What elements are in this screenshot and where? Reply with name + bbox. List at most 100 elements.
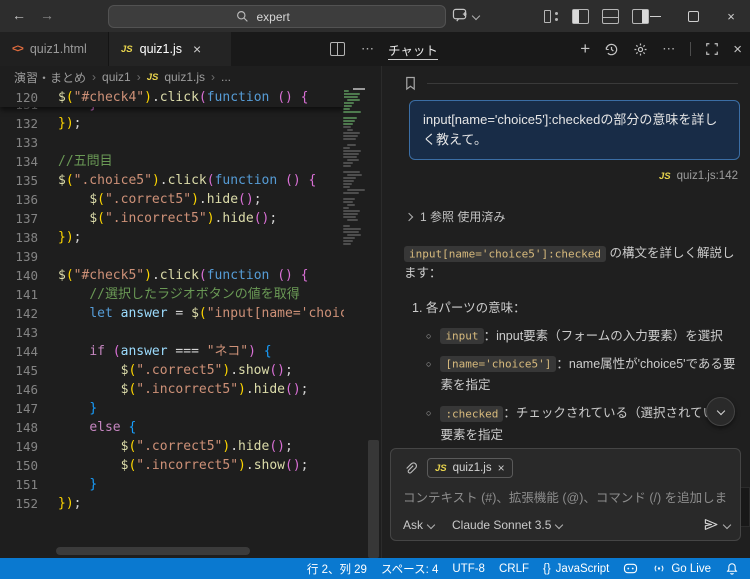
used-references-toggle[interactable]: 1 参照 使用済み	[406, 208, 750, 225]
split-editor-icon[interactable]	[330, 42, 345, 56]
code-line: 150 $(".incorrect5").show();	[0, 456, 344, 475]
history-icon[interactable]	[604, 42, 619, 57]
tab-bar: <> quiz1.html JS quiz1.js × ⋯ チャット + ⋯ ×	[0, 32, 750, 66]
toggle-panel-icon[interactable]	[602, 9, 619, 24]
html-file-icon: <>	[12, 43, 23, 55]
language-mode[interactable]: {} JavaScript	[536, 558, 616, 579]
reference-label: quiz1.js:142	[677, 170, 738, 182]
code-line: 134//五問目	[0, 152, 344, 171]
gear-icon[interactable]	[633, 42, 648, 57]
code-line: 132});	[0, 114, 344, 133]
breadcrumb-item[interactable]: 演習・まとめ	[14, 69, 86, 86]
list-item: 1. 各パーツの意味：○input：input要素（フォームの入力要素）を選択○…	[412, 299, 740, 446]
chat-tab-label: チャット	[388, 40, 438, 59]
chat-input-placeholder[interactable]: コンテキスト (#)、拡張機能 (@)、コマンド (/) を追加しま	[403, 487, 728, 506]
restore-button[interactable]	[674, 0, 712, 32]
code-line: 147 }	[0, 399, 344, 418]
tab-label: quiz1.js	[140, 42, 182, 56]
indentation[interactable]: スペース: 4	[374, 558, 445, 579]
tab-quiz1-js[interactable]: JS quiz1.js ×	[109, 32, 231, 66]
bell-icon	[725, 562, 739, 576]
code-line: 142 let answer = $("input[name='choice5'	[0, 304, 344, 323]
context-file-label: quiz1.js	[453, 462, 492, 474]
code-line: 137 $(".incorrect5").hide();	[0, 209, 344, 228]
status-bar: 行 2、列 29 スペース: 4 UTF-8 CRLF {} JavaScrip…	[0, 558, 750, 579]
close-tab-icon[interactable]: ×	[193, 41, 201, 57]
title-bar: ← → ×	[0, 0, 750, 32]
context-pill[interactable]: JS quiz1.js ×	[427, 458, 513, 478]
chevron-down-icon	[555, 520, 563, 528]
copilot-status[interactable]	[616, 558, 645, 579]
model-dropdown[interactable]: Claude Sonnet 3.5	[452, 518, 562, 532]
tab-label: quiz1.html	[30, 42, 87, 56]
eol-sequence[interactable]: CRLF	[492, 558, 536, 579]
code-line: 138});	[0, 228, 344, 247]
code-line: 151 }	[0, 475, 344, 494]
chevron-right-icon	[405, 213, 413, 221]
close-window-button[interactable]: ×	[712, 0, 750, 32]
code-line: 143	[0, 323, 344, 342]
chat-panel: input[name='choice5']:checkedの部分の意味を詳しく教…	[381, 66, 750, 558]
customize-layout-icon[interactable]	[544, 10, 559, 23]
scroll-to-bottom-button[interactable]	[706, 397, 735, 426]
back-icon[interactable]: ←	[12, 7, 26, 23]
chat-input-box[interactable]: JS quiz1.js × コンテキスト (#)、拡張機能 (@)、コマンド (…	[390, 448, 741, 541]
search-input[interactable]	[255, 9, 319, 25]
toggle-sidebar-icon[interactable]	[572, 9, 589, 24]
breadcrumb-item[interactable]: quiz1	[102, 70, 131, 84]
maximize-panel-icon[interactable]	[705, 42, 719, 56]
code-line: 145 $(".correct5").show();	[0, 361, 344, 380]
code-line: 144 if (answer === "ネコ") {	[0, 342, 344, 361]
chat-panel-actions: + ⋯ ×	[580, 32, 742, 66]
send-button[interactable]	[703, 517, 730, 532]
code-area[interactable]: 120$("#check4").click(function () { 131 …	[0, 88, 344, 558]
breadcrumb: 演習・まとめ › quiz1 › JS quiz1.js › ...	[0, 66, 380, 88]
code-line: 152});	[0, 494, 344, 513]
more-actions-icon[interactable]: ⋯	[361, 41, 375, 57]
breadcrumb-item[interactable]: ...	[221, 70, 231, 84]
js-file-icon: JS	[659, 171, 671, 182]
copilot-status-icon	[623, 562, 638, 575]
mode-dropdown[interactable]: Ask	[403, 518, 434, 532]
user-message-bubble: input[name='choice5']:checkedの部分の意味を詳しく教…	[409, 100, 740, 160]
minimize-button[interactable]	[636, 0, 674, 32]
sub-list-item: ○[name='choice5']：name属性が'choice5'である要素を…	[426, 354, 740, 397]
search-icon	[236, 10, 249, 23]
message-reference[interactable]: JS quiz1.js:142	[382, 170, 738, 182]
code-line: 133	[0, 133, 344, 152]
chevron-down-icon	[472, 11, 480, 19]
sub-list-item: ○:checked：チェックされている（選択されている）要素を指定	[426, 403, 740, 446]
inline-code: input[name='choice5']:checked	[404, 246, 606, 262]
assistant-response-intro: input[name='choice5']:checked の構文を詳しく解説し…	[404, 243, 740, 283]
new-chat-icon[interactable]: +	[580, 39, 590, 59]
attach-icon[interactable]	[403, 461, 417, 476]
tab-chat[interactable]: チャット	[388, 32, 438, 66]
chevron-down-icon	[427, 520, 435, 528]
close-panel-icon[interactable]: ×	[733, 41, 742, 58]
go-live-button[interactable]: Go Live	[645, 558, 718, 579]
copilot-icon	[452, 8, 469, 23]
bookmark-icon[interactable]	[404, 76, 417, 91]
code-line: 146 $(".incorrect5").hide();	[0, 380, 344, 399]
tab-quiz1-html[interactable]: <> quiz1.html	[0, 32, 109, 66]
command-center-search[interactable]	[108, 5, 446, 28]
encoding[interactable]: UTF-8	[445, 558, 492, 579]
notifications-bell[interactable]	[718, 558, 746, 579]
editor-actions: ⋯	[330, 32, 375, 66]
code-line: 139	[0, 247, 344, 266]
sticky-scroll-line[interactable]: 120$("#check4").click(function () {	[0, 88, 344, 107]
inline-code: input	[440, 328, 483, 344]
code-line: 120$("#check4").click(function () {	[0, 88, 344, 107]
horizontal-scrollbar[interactable]	[56, 547, 250, 555]
cursor-position[interactable]: 行 2、列 29	[300, 558, 374, 579]
remove-context-icon[interactable]: ×	[498, 461, 505, 475]
breadcrumb-item[interactable]: quiz1.js	[164, 70, 205, 84]
chevron-right-icon: ›	[137, 70, 141, 84]
code-line: 149 $(".correct5").hide();	[0, 437, 344, 456]
more-actions-icon[interactable]: ⋯	[662, 41, 676, 57]
forward-icon[interactable]: →	[40, 7, 54, 23]
minimap[interactable]	[342, 88, 366, 558]
vertical-scrollbar[interactable]	[368, 440, 379, 558]
layout-controls	[544, 9, 649, 24]
copilot-menu[interactable]	[452, 8, 479, 23]
